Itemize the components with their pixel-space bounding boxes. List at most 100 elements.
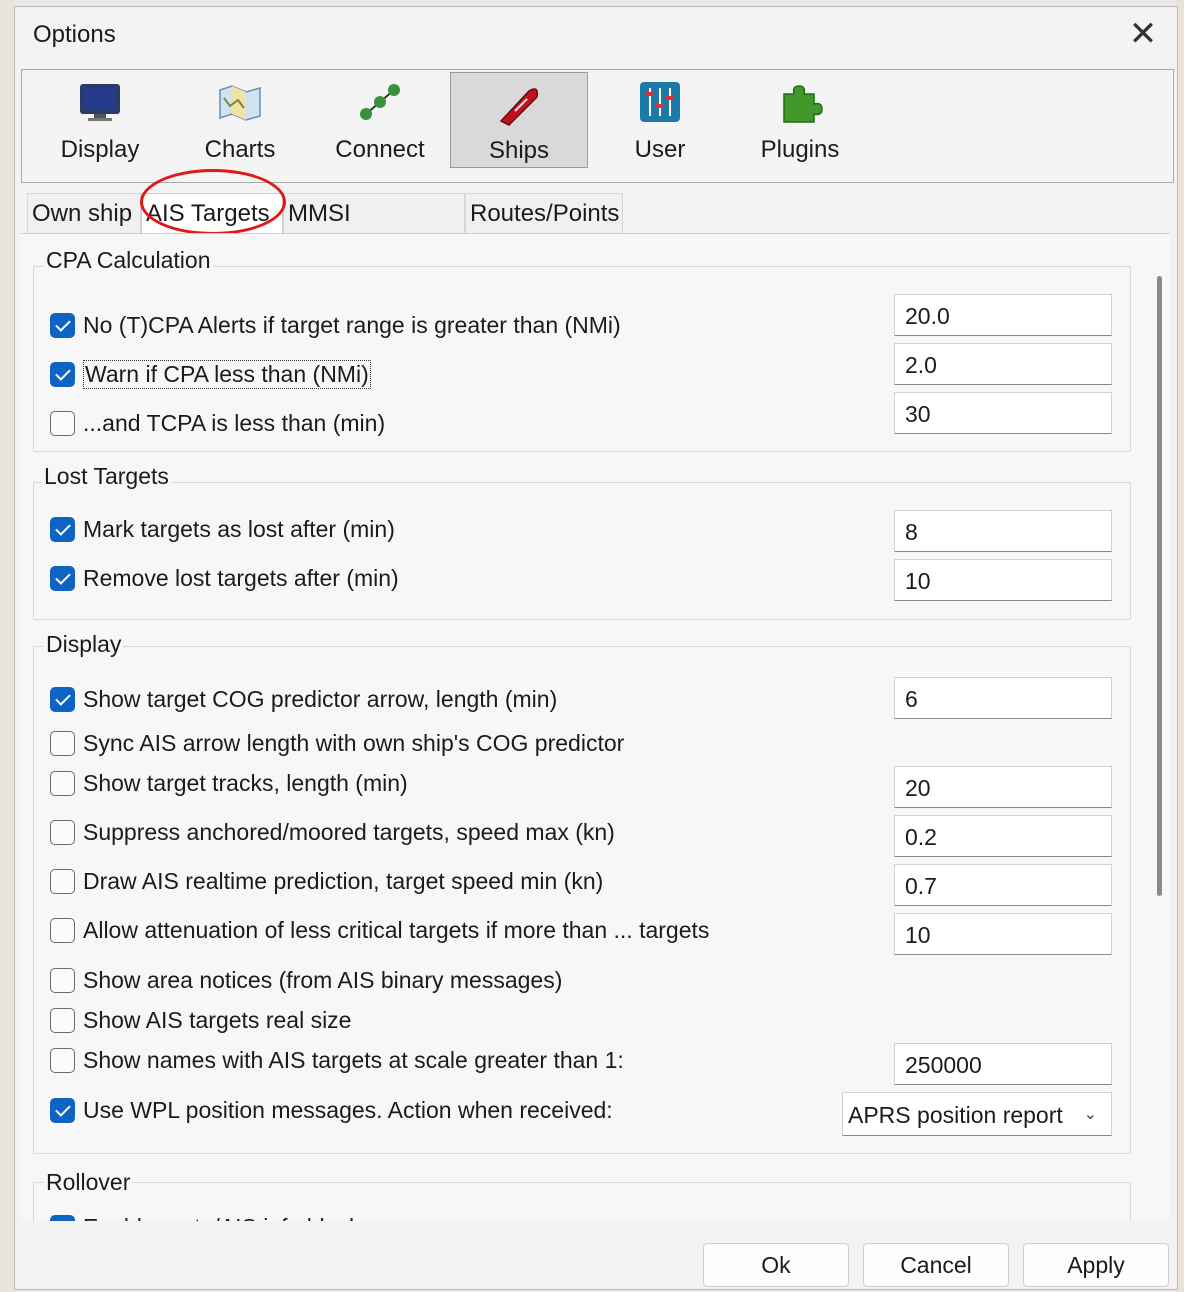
sliders-icon <box>640 82 680 122</box>
category-toolbar: Display Charts Connect Ships User Plugin… <box>21 69 1174 183</box>
network-nodes-icon <box>360 84 400 120</box>
rollover-group: Rollover Enable route/AIS info block <box>33 1169 1131 1222</box>
wpl-action-select[interactable]: APRS position report ⌄ <box>842 1092 1112 1136</box>
tab-own-ship[interactable]: Own ship <box>27 193 141 233</box>
cpa-range-input[interactable]: 20.0 <box>894 294 1112 336</box>
toolbar-charts[interactable]: Charts <box>170 70 310 182</box>
options-dialog: Options ✕ Display Charts Connect Ships U… <box>14 6 1178 1290</box>
row-label: Show area notices (from AIS binary messa… <box>83 966 563 993</box>
checkbox[interactable] <box>50 312 75 338</box>
tab-routes-points[interactable]: Routes/Points <box>465 193 623 233</box>
cog-predictor-input[interactable]: 6 <box>894 677 1112 719</box>
row-label: Remove lost targets after (min) <box>83 564 399 591</box>
cpa-range-row[interactable]: No (T)CPA Alerts if target range is grea… <box>50 309 621 341</box>
realtime-prediction-row[interactable]: Draw AIS realtime prediction, target spe… <box>50 865 603 897</box>
cpa-warn-input[interactable]: 2.0 <box>894 343 1112 385</box>
checkbox[interactable] <box>50 770 75 796</box>
row-label: ...and TCPA is less than (min) <box>83 409 386 436</box>
toolbar-label: Charts <box>204 136 276 163</box>
attenuation-input[interactable]: 10 <box>894 913 1112 955</box>
puzzle-icon <box>783 85 823 123</box>
apply-button[interactable]: Apply <box>1023 1243 1169 1287</box>
toolbar-label: Plugins <box>760 136 840 163</box>
toolbar-ships[interactable]: Ships <box>450 72 588 168</box>
checkbox[interactable] <box>50 686 75 712</box>
realtime-prediction-input[interactable]: 0.7 <box>894 864 1112 906</box>
row-label: Suppress anchored/moored targets, speed … <box>83 818 615 845</box>
row-label: Warn if CPA less than (NMi) <box>83 359 371 389</box>
toolbar-label: User <box>634 136 686 163</box>
ais-targets-panel: CPA Calculation No (T)CPA Alerts if targ… <box>21 233 1170 1222</box>
checkbox[interactable] <box>50 917 75 943</box>
close-icon[interactable]: ✕ <box>1123 15 1163 55</box>
checkbox[interactable] <box>50 516 75 542</box>
checkbox[interactable] <box>50 1097 75 1123</box>
map-icon <box>219 85 261 121</box>
checkbox[interactable] <box>50 565 75 591</box>
tcpa-input[interactable]: 30 <box>894 392 1112 434</box>
row-label: Show AIS targets real size <box>83 1006 352 1033</box>
vertical-scrollbar[interactable] <box>1148 234 1170 1222</box>
checkbox[interactable] <box>50 1007 75 1033</box>
dialog-title: Options <box>33 21 116 48</box>
row-label: No (T)CPA Alerts if target range is grea… <box>83 311 621 338</box>
dialog-footer: Ok Cancel Apply <box>15 1221 1177 1289</box>
toolbar-connect[interactable]: Connect <box>310 70 450 182</box>
checkbox[interactable] <box>50 868 75 894</box>
display-group: Display Show target COG predictor arrow,… <box>33 631 1131 1154</box>
chevron-down-icon: ⌄ <box>1083 1106 1097 1123</box>
scrollbar-thumb[interactable] <box>1157 276 1162 896</box>
row-label: Draw AIS realtime prediction, target spe… <box>83 867 604 894</box>
toolbar-display[interactable]: Display <box>30 70 170 182</box>
row-label: Allow attenuation of less critical targe… <box>83 916 710 943</box>
cpa-warn-row[interactable]: Warn if CPA less than (NMi) <box>50 358 371 390</box>
tcpa-row[interactable]: ...and TCPA is less than (min) <box>50 407 385 439</box>
real-size-row[interactable]: Show AIS targets real size <box>50 1004 351 1036</box>
mark-lost-row[interactable]: Mark targets as lost after (min) <box>50 513 395 545</box>
checkbox[interactable] <box>50 361 75 387</box>
cpa-calculation-group: CPA Calculation No (T)CPA Alerts if targ… <box>33 247 1131 452</box>
suppress-anchored-input[interactable]: 0.2 <box>894 815 1112 857</box>
target-tracks-input[interactable]: 20 <box>894 766 1112 808</box>
remove-lost-input[interactable]: 10 <box>894 559 1112 601</box>
group-title: Display <box>44 631 124 658</box>
suppress-anchored-row[interactable]: Suppress anchored/moored targets, speed … <box>50 816 615 848</box>
target-tracks-row[interactable]: Show target tracks, length (min) <box>50 767 408 799</box>
tab-mmsi-properties[interactable]: MMSI Properties <box>283 193 465 267</box>
background-chart-left <box>0 0 14 1292</box>
names-scale-row[interactable]: Show names with AIS targets at scale gre… <box>50 1044 624 1076</box>
names-scale-input[interactable]: 250000 <box>894 1043 1112 1085</box>
mark-lost-input[interactable]: 8 <box>894 510 1112 552</box>
area-notices-row[interactable]: Show area notices (from AIS binary messa… <box>50 964 562 996</box>
select-value: APRS position report <box>848 1102 1063 1128</box>
toolbar-plugins[interactable]: Plugins <box>730 70 870 182</box>
toolbar-label: Display <box>60 136 140 163</box>
sync-arrow-row[interactable]: Sync AIS arrow length with own ship's CO… <box>50 727 624 759</box>
attenuation-row[interactable]: Allow attenuation of less critical targe… <box>50 914 709 946</box>
checkbox[interactable] <box>50 819 75 845</box>
group-title: Rollover <box>44 1169 133 1196</box>
row-label: Use WPL position messages. Action when r… <box>83 1096 613 1123</box>
monitor-icon <box>80 84 120 121</box>
tab-ais-targets[interactable]: AIS Targets <box>141 193 283 235</box>
checkbox[interactable] <box>50 1047 75 1073</box>
cancel-button[interactable]: Cancel <box>863 1243 1009 1287</box>
wpl-messages-row[interactable]: Use WPL position messages. Action when r… <box>50 1094 613 1126</box>
row-label: Mark targets as lost after (min) <box>83 515 395 542</box>
checkbox[interactable] <box>50 967 75 993</box>
row-label: Show target COG predictor arrow, length … <box>83 685 558 712</box>
ship-icon <box>499 88 539 126</box>
checkbox[interactable] <box>50 410 75 436</box>
lost-targets-group: Lost Targets Mark targets as lost after … <box>33 463 1131 620</box>
cog-predictor-row[interactable]: Show target COG predictor arrow, length … <box>50 683 557 715</box>
checkbox[interactable] <box>50 730 75 756</box>
toolbar-user[interactable]: User <box>590 70 730 182</box>
toolbar-label: Connect <box>335 136 425 163</box>
row-label: Show names with AIS targets at scale gre… <box>83 1046 624 1073</box>
remove-lost-row[interactable]: Remove lost targets after (min) <box>50 562 399 594</box>
row-label: Show target tracks, length (min) <box>83 769 408 796</box>
group-title: Lost Targets <box>42 463 171 490</box>
toolbar-label: Ships <box>488 137 550 164</box>
ok-button[interactable]: Ok <box>703 1243 849 1287</box>
group-title: CPA Calculation <box>44 247 213 274</box>
